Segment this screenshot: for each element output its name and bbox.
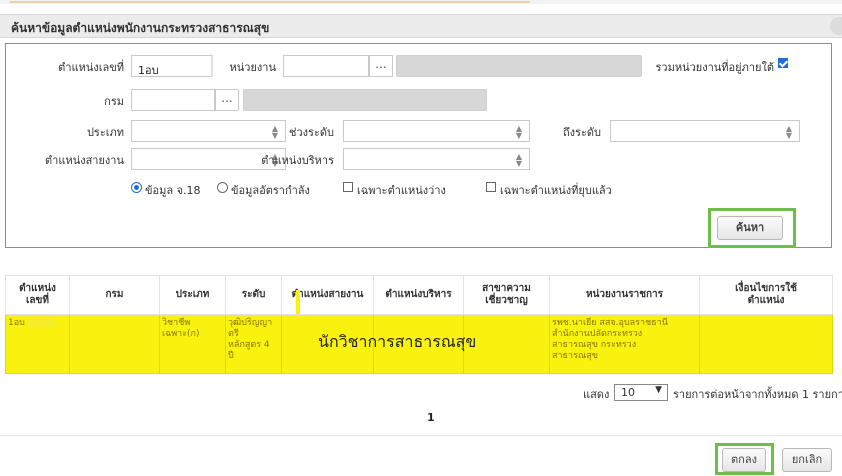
cell-position-no-text: 1อบ [8,318,25,328]
cell-unit: รพช.นาเยีย สสจ.อุบลราชธานี สำนักงานปลัดก… [549,314,700,374]
pagination-summary: รายการต่อหน้าจากทั้งหมด 1 รายการ [673,388,842,401]
department-name-display [243,89,487,111]
source-manpower-label: ข้อมูลอัตรากำลัง [231,184,310,197]
highlight-mark [296,290,300,314]
page-number[interactable]: 1 [427,411,435,424]
only-abolished-label: เฉพาะตำแหน่งที่ยุบแล้ว [500,184,612,197]
table-header-row: ตำแหน่ง เลขที่ กรม ประเภท ระดับ ตำแหน่งส… [5,275,833,315]
unit-input[interactable] [283,55,369,77]
col-position-no[interactable]: ตำแหน่ง เลขที่ [5,275,70,315]
ok-button[interactable]: ตกลง [722,448,766,472]
col-expertise[interactable]: สาขาความ เชี่ยวชาญ [463,275,550,315]
redacted-mark [26,318,55,327]
dialog-title: ค้นหาข้อมูลตำแหน่งพนักงานกระทรวงสาธารณสุ… [11,21,270,35]
close-icon[interactable] [830,17,842,35]
source-j18-label: ข้อมูล จ.18 [145,184,201,197]
footer-divider [0,435,842,436]
admin-position-label: ตำแหน่งบริหาร [261,154,334,167]
unit-name-display [396,55,642,77]
search-button[interactable]: ค้นหา [717,216,783,240]
include-sub-units-checkbox[interactable] [778,58,788,68]
line-position-value: นักวิชาการสาธารณสุข [318,332,477,351]
source-manpower-radio[interactable] [217,182,228,193]
position-no-value: 1อบ [138,64,159,77]
chevron-down-icon: ▼ [655,385,662,395]
cell-department [69,314,160,374]
col-type[interactable]: ประเภท [159,275,226,315]
show-label: แสดง [583,388,610,401]
dialog-titlebar: ค้นหาข้อมูลตำแหน่งพนักงานกระทรวงสาธารณสุ… [0,14,842,38]
department-input[interactable] [131,89,215,111]
department-lookup-button[interactable]: ... [215,89,239,111]
col-admin-position[interactable]: ตำแหน่งบริหาร [373,275,464,315]
unit-label: หน่วยงาน [229,61,276,74]
level-from-label: ช่วงระดับ [289,126,334,139]
source-j18-radio[interactable] [131,182,142,193]
cell-level: วุฒิปริญญา ตรี หลักสูตร 4 ปี [225,314,282,374]
updown-icon: ▲ ▼ [785,124,792,140]
col-condition[interactable]: เงื่อนไขการใช้ ตำแหน่ง [699,275,833,315]
updown-icon: ▲ ▼ [515,124,522,140]
admin-position-select[interactable]: ▲ ▼ [343,148,530,170]
line-position-label: ตำแหน่งสายงาน [45,154,124,167]
include-sub-units-label: รวมหน่วยงานที่อยู่ภายใต้ [655,61,775,74]
cell-expertise [463,314,550,374]
col-level[interactable]: ระดับ [225,275,282,315]
cell-position-no: 1อบ [5,314,70,374]
department-label: กรม [104,95,124,108]
cell-type: วิชาชีพ เฉพาะ(ก) [159,314,226,374]
unit-lookup-button[interactable]: ... [369,55,393,77]
updown-icon: ▲ ▼ [271,124,278,140]
only-abolished-checkbox[interactable] [486,182,496,192]
cancel-button[interactable]: ยกเลิก [782,448,832,472]
top-strip [0,0,842,4]
level-to-select[interactable]: ▲ ▼ [610,120,800,142]
type-label: ประเภท [86,126,124,139]
col-unit[interactable]: หน่วยงานราชการ [549,275,700,315]
only-vacant-checkbox[interactable] [343,182,353,192]
only-vacant-label: เฉพาะตำแหน่งว่าง [357,184,446,197]
page-size-value: 10 [621,386,635,399]
updown-icon: ▲ ▼ [515,152,522,168]
position-no-input[interactable]: 1อบ [131,55,213,77]
level-from-select[interactable]: ▲ ▼ [343,120,530,142]
position-no-label: ตำแหน่งเลขที่ [58,61,124,74]
col-department[interactable]: กรม [69,275,160,315]
results-table: ตำแหน่ง เลขที่ กรม ประเภท ระดับ ตำแหน่งส… [5,275,833,374]
cell-condition [699,314,833,374]
page-size-select[interactable]: 10 ▼ [614,384,668,401]
level-to-label: ถึงระดับ [563,126,601,139]
type-select[interactable]: ▲ ▼ [131,120,286,142]
top-decor-line [10,1,530,3]
